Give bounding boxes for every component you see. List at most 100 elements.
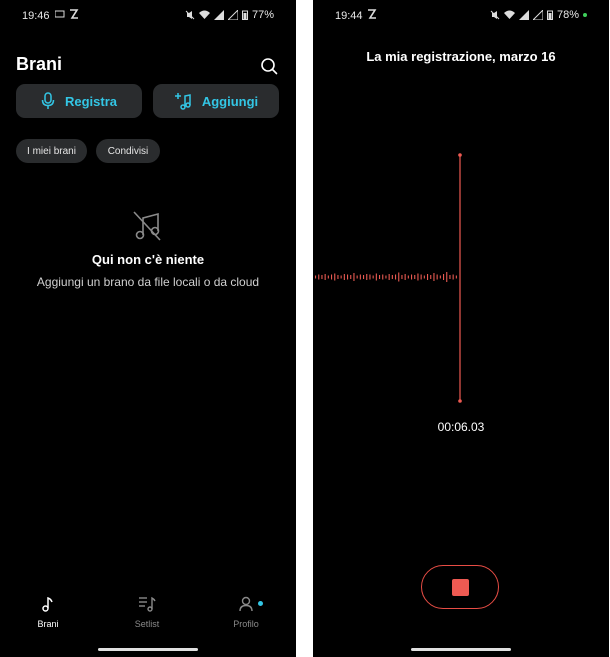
waveform-bar [369,274,371,280]
waveform-bar [433,273,435,281]
signal-icon-2 [227,10,238,20]
nav-setlist-label: Setlist [134,619,160,629]
recording-screen: 19:44 78% La mia registrazione, marzo 16… [313,0,609,657]
waveform-bar [347,274,349,280]
waveform-bar [420,274,422,280]
songs-screen: 19:46 77% Brani Registra Aggiungi I miei… [0,0,296,657]
waveform-bar [334,273,336,281]
waveform-bar [391,275,393,279]
microphone-icon [41,92,55,109]
waveform-bars [315,272,457,282]
no-music-icon [133,211,161,241]
battery-level: 78% [556,9,579,21]
signal-icon [213,10,224,20]
add-song-button-label: Aggiungi [201,93,259,109]
waveform-bar [337,275,339,279]
waveform-bar [452,274,454,280]
waveform-bar [446,272,448,282]
waveform-bar [331,274,333,280]
profile-icon [239,596,253,612]
add-song-button[interactable]: Aggiungi [153,84,279,118]
waveform-bar [372,275,374,279]
empty-state-subtitle: Aggiungi un brano da file locali o da cl… [36,275,260,289]
filter-shared[interactable]: Condivisi [96,139,160,163]
status-time: 19:44 [335,10,363,22]
elapsed-time: 00:06.03 [437,420,485,434]
nav-setlist[interactable]: Setlist [107,590,187,629]
waveform-bar [411,274,413,280]
notification-icons [54,9,85,22]
waveform-bar [443,274,445,280]
stop-icon [452,579,469,596]
search-icon[interactable] [259,56,279,76]
nav-songs-label: Brani [37,619,59,629]
waveform-bar [318,274,320,280]
mute-icon [490,10,500,20]
status-bar: 19:44 78% [313,0,609,32]
add-music-icon [174,93,191,110]
nav-profile[interactable]: Profilo [206,590,286,629]
waveform-bar [385,275,387,279]
stop-recording-button[interactable] [421,565,499,609]
status-bar: 19:46 77% [0,0,296,32]
waveform-bar [343,274,345,280]
waveform-bar [455,275,457,279]
record-button-label: Registra [64,93,118,109]
battery-icon [241,10,248,20]
notification-dot [258,601,263,606]
waveform-bar [436,274,438,280]
waveform-bar [449,275,451,279]
waveform-bar [430,275,432,279]
waveform-bar [356,275,358,279]
nav-profile-label: Profilo [233,619,259,629]
waveform-bar [427,274,429,280]
waveform-bar [382,274,384,280]
battery-level: 77% [251,9,274,21]
notification-icons [367,9,379,22]
waveform-bar [327,275,329,279]
music-note-icon [42,596,53,612]
waveform-bar [321,275,323,279]
page-title: Brani [16,54,63,74]
waveform-bar [350,275,352,279]
waveform-bar [417,273,419,281]
wifi-icon [198,10,210,19]
battery-icon [546,10,553,20]
setlist-icon [139,596,156,612]
mute-icon [185,10,195,20]
status-time: 19:46 [22,10,50,22]
playhead-bottom-dot [458,399,462,403]
status-right: 78% [490,9,587,21]
signal-icon-2 [532,10,543,20]
waveform-bar [398,272,400,282]
waveform-bar [388,274,390,280]
waveform-bar [439,275,441,279]
waveform-bar [404,274,406,280]
waveform-bar [414,275,416,279]
waveform-bar [407,275,409,279]
home-indicator[interactable] [411,648,511,651]
waveform-bar [375,273,377,281]
record-button[interactable]: Registra [16,84,142,118]
nav-songs[interactable]: Brani [8,590,88,629]
waveform-bar [340,275,342,279]
playhead-top-dot [458,153,462,157]
waveform-bar [315,275,317,279]
home-indicator[interactable] [98,648,198,651]
empty-state-title: Qui non c'è niente [91,252,205,267]
waveform-bar [324,274,326,280]
filter-my-songs[interactable]: I miei brani [16,139,87,163]
bottom-nav: Brani Setlist Profilo [0,590,296,634]
wifi-icon [503,10,515,19]
mic-active-dot [583,13,587,17]
waveform-bar [359,274,361,280]
waveform [315,153,462,403]
status-right: 77% [185,9,274,21]
waveform-bar [379,275,381,279]
recording-title: La mia registrazione, marzo 16 [366,49,556,64]
signal-icon [518,10,529,20]
waveform-bar [401,275,403,279]
waveform-bar [363,275,365,279]
waveform-bar [395,274,397,280]
waveform-bar [423,275,425,279]
